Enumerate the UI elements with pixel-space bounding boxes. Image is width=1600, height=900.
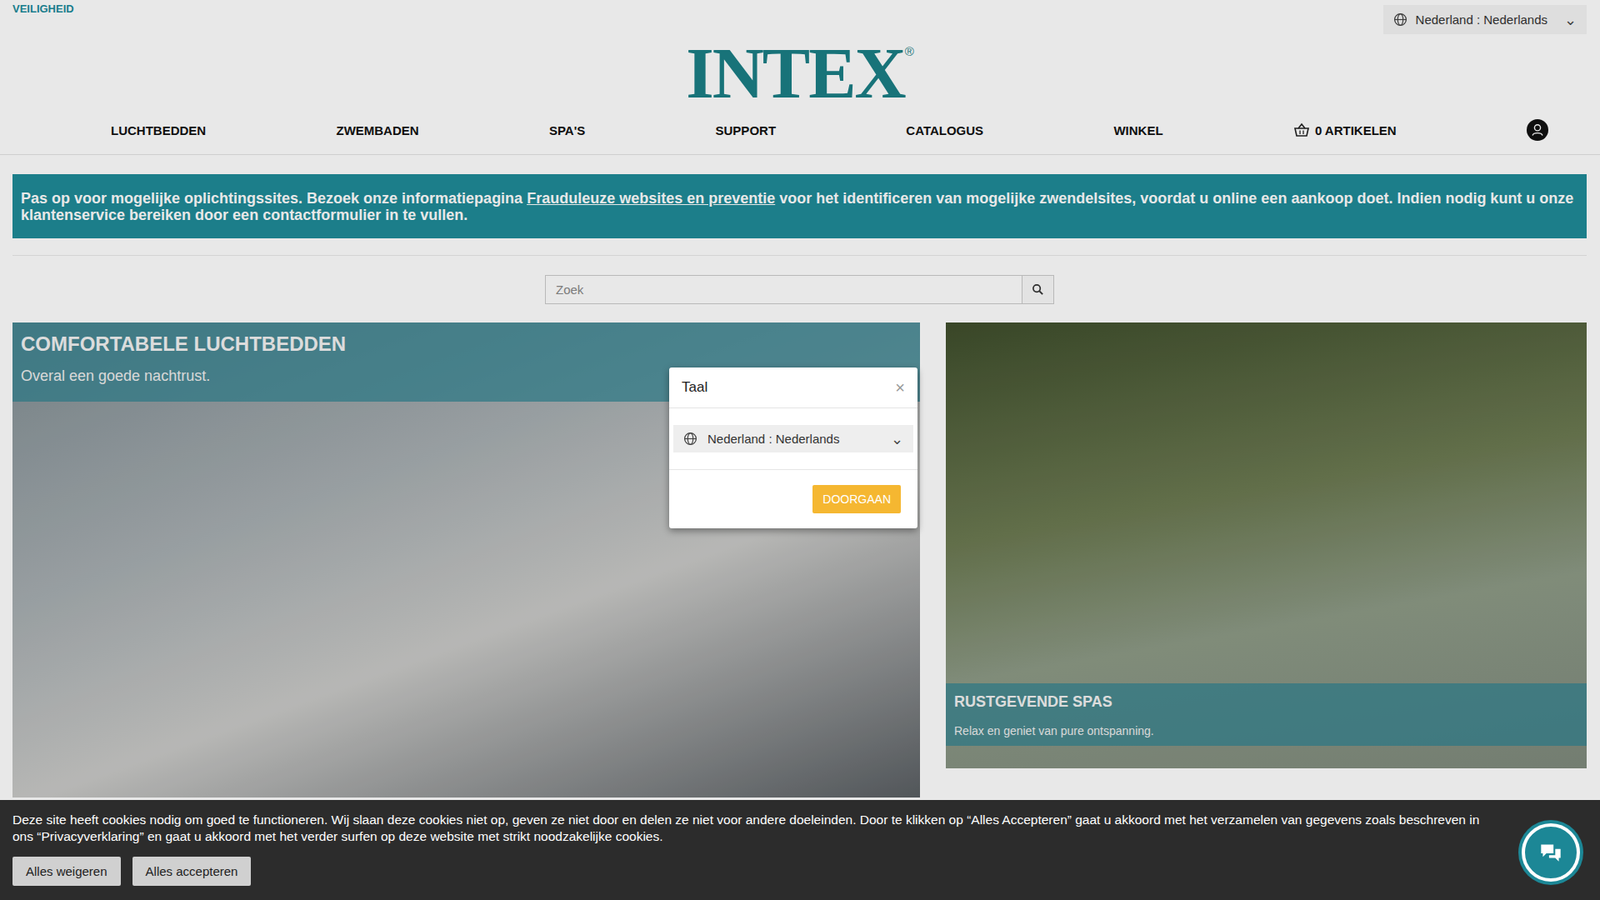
chevron-icon: ⌄ (882, 435, 904, 444)
modal-header: Taal × (669, 367, 918, 409)
cookie-buttons: Alles weigeren Alles accepteren (12, 856, 1500, 886)
modal-body: Nederland : Nederlands ⌄ (669, 408, 918, 470)
globe-icon (683, 431, 698, 446)
cookie-button[interactable]: Alles accepteren (132, 856, 252, 886)
modal-title: Taal (681, 379, 708, 396)
cookie-text: Deze site heeft cookies nodig om goed te… (12, 811, 1500, 845)
dropdown-value: Nederland : Nederlands (707, 431, 840, 446)
close-button[interactable]: × (895, 381, 905, 394)
chat-button[interactable] (1521, 823, 1580, 882)
page: VEILIGHEIDNederland : Nederlands⌄INTEX®L… (0, 0, 1600, 900)
modal-footer: DOORGAAN (669, 470, 918, 529)
cookie-button[interactable]: Alles weigeren (12, 856, 121, 886)
chat-bubbles-icon (1536, 838, 1565, 867)
continue-button[interactable]: DOORGAAN (812, 485, 901, 514)
language-modal: Taal × Nederland : Nederlands ⌄ DOORGAAN (669, 367, 918, 529)
language-dropdown[interactable]: Nederland : Nederlands ⌄ (673, 425, 914, 453)
cookie-bar: Deze site heeft cookies nodig om goed te… (0, 800, 1600, 900)
